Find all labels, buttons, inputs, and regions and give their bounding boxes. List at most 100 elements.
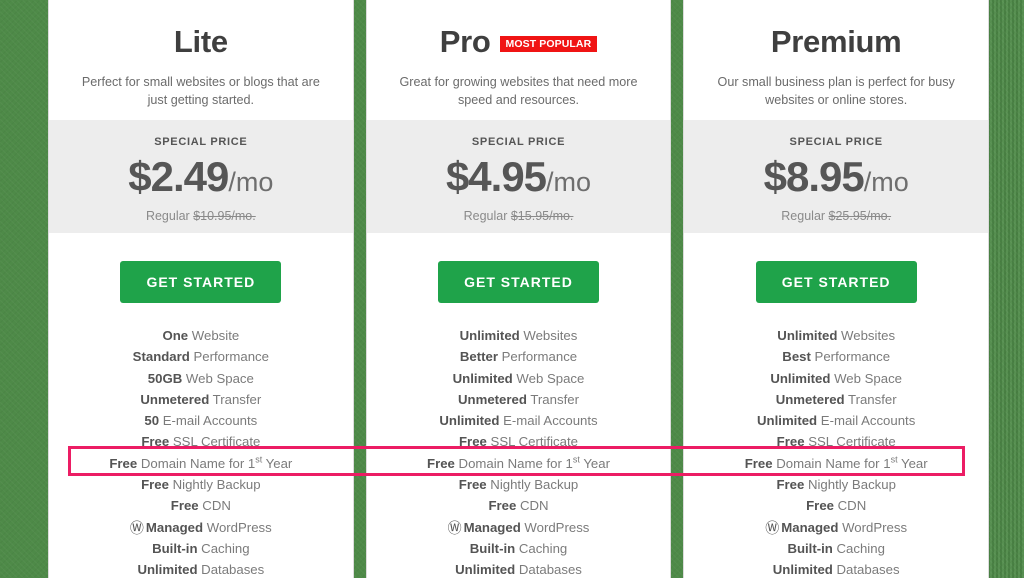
- feature-highlight: Unmetered: [775, 391, 845, 407]
- feature-highlight: Unlimited: [757, 413, 818, 429]
- price-main: $4.95/mo: [377, 156, 661, 198]
- cta-zone: GET STARTED: [684, 233, 989, 325]
- plan-description: Our small business plan is perfect for b…: [717, 75, 955, 108]
- plan-title-row: Premium: [702, 18, 970, 64]
- special-price-label: SPECIAL PRICE: [471, 136, 566, 148]
- feature-item: Unlimited E-mail Accounts: [377, 410, 661, 431]
- feature-highlight: 50GB: [147, 370, 183, 386]
- ordinal-suffix: st: [572, 454, 580, 465]
- feature-item: Unmetered Transfer: [694, 389, 978, 410]
- feature-text: Caching: [832, 540, 885, 556]
- regular-price-value: $15.95/mo.: [510, 209, 574, 223]
- feature-item: Unlimited Databases: [694, 559, 978, 578]
- most-popular-badge: MOST POPULAR: [499, 35, 598, 53]
- feature-item: Unlimited E-mail Accounts: [694, 410, 978, 431]
- feature-text: Databases: [197, 562, 265, 578]
- plan-header-lite: Lite Perfect for small websites or blogs …: [49, 0, 353, 120]
- feature-text: Performance: [189, 349, 269, 365]
- feature-highlight: Standard: [132, 349, 190, 365]
- feature-text: Databases: [515, 562, 582, 578]
- feature-list-lite: One Website Standard Performance 50GB Web …: [49, 325, 353, 578]
- feature-item: Free CDN: [59, 495, 343, 516]
- feature-item: 50GB Web Space: [59, 368, 343, 389]
- feature-text: E-mail Accounts: [159, 413, 258, 429]
- feature-highlight: One: [162, 328, 189, 343]
- feature-text: Web Space: [830, 370, 903, 386]
- get-started-button-lite[interactable]: GET STARTED: [120, 261, 282, 303]
- feature-item: Free SSL Certificate: [377, 431, 661, 452]
- feature-item: Free CDN: [694, 495, 978, 516]
- feature-item: Best Performance: [694, 346, 978, 367]
- price-period: /mo: [863, 167, 909, 197]
- feature-highlight: Free: [427, 455, 455, 471]
- feature-item: Unmetered Transfer: [377, 389, 661, 410]
- feature-item: One Website: [59, 325, 343, 346]
- feature-text: Performance: [497, 349, 578, 365]
- feature-item: Unlimited Web Space: [377, 368, 661, 389]
- feature-text: Domain Name for 1: [137, 455, 256, 471]
- feature-highlight: Free: [141, 434, 170, 450]
- feature-text: E-mail Accounts: [499, 413, 598, 429]
- feature-text: Web Space: [512, 370, 585, 386]
- feature-text: CDN: [516, 498, 549, 514]
- feature-highlight: Free: [776, 434, 805, 450]
- feature-text: Websites: [519, 328, 578, 343]
- feature-item: Better Performance: [377, 346, 661, 367]
- price-amount: $2.49: [128, 153, 229, 200]
- wordpress-icon: Ⓦ: [447, 519, 462, 536]
- price-amount: $8.95: [763, 153, 865, 200]
- plan-title-row: Lite: [67, 18, 335, 64]
- cta-zone: GET STARTED: [366, 233, 671, 325]
- price-main: $2.49/mo: [59, 156, 343, 198]
- feature-item: Free SSL Certificate: [694, 431, 978, 452]
- feature-item: Ⓦ Managed WordPress: [59, 517, 343, 538]
- regular-price-line: Regular $25.95/mo.: [694, 209, 978, 223]
- cta-zone: GET STARTED: [49, 233, 353, 325]
- feature-highlight: Built-in: [787, 540, 833, 556]
- feature-highlight: Unmetered: [140, 391, 210, 407]
- feature-text: WordPress: [520, 519, 590, 535]
- feature-item: 50 E-mail Accounts: [59, 410, 343, 431]
- feature-text: Transfer: [526, 391, 579, 407]
- feature-highlight: Free: [109, 455, 138, 471]
- pricing-table: Lite Perfect for small websites or blogs …: [48, 0, 990, 578]
- feature-text: CDN: [833, 498, 867, 514]
- get-started-button-pro[interactable]: GET STARTED: [438, 261, 599, 303]
- special-price-label: SPECIAL PRICE: [154, 136, 248, 148]
- special-price-label: SPECIAL PRICE: [789, 136, 883, 148]
- feature-highlight: Managed: [145, 519, 204, 535]
- feature-text: SSL Certificate: [486, 434, 578, 450]
- price-period: /mo: [546, 167, 592, 197]
- get-started-button-premium[interactable]: GET STARTED: [755, 261, 917, 303]
- feature-text: Nightly Backup: [486, 477, 579, 493]
- feature-text: Nightly Backup: [168, 477, 261, 493]
- plan-title-row: Pro MOST POPULAR: [385, 18, 653, 64]
- regular-price-prefix: Regular: [463, 209, 511, 223]
- feature-item: Built-in Caching: [59, 538, 343, 559]
- feature-text: Website: [188, 328, 240, 343]
- plan-card-pro: Pro MOST POPULAR Great for growing website…: [365, 0, 672, 578]
- wordpress-icon: Ⓦ: [129, 519, 144, 536]
- feature-highlight: Unlimited: [770, 370, 831, 386]
- feature-highlight: Managed: [781, 519, 839, 535]
- feature-highlight: Unlimited: [455, 562, 516, 578]
- feature-list-pro: Unlimited Websites Better Performance Unli…: [366, 325, 671, 578]
- price-band-premium: SPECIAL PRICE $8.95/mo Regular $25.95/mo.: [684, 120, 989, 233]
- feature-text: Performance: [810, 349, 891, 365]
- feature-item: Unmetered Transfer: [59, 389, 343, 410]
- plan-header-pro: Pro MOST POPULAR Great for growing website…: [366, 0, 671, 120]
- feature-item: Unlimited Databases: [377, 559, 661, 578]
- price-period: /mo: [228, 167, 274, 197]
- regular-price-prefix: Regular: [781, 209, 829, 223]
- background-stripe-texture: [988, 0, 1024, 578]
- feature-item: Free Domain Name for 1st Year: [59, 453, 343, 474]
- feature-item: Free Domain Name for 1st Year: [377, 453, 661, 474]
- price-amount: $4.95: [445, 153, 547, 200]
- feature-item: Unlimited Web Space: [694, 368, 978, 389]
- feature-text: SSL Certificate: [804, 434, 896, 450]
- feature-item: Ⓦ Managed WordPress: [377, 517, 661, 538]
- feature-item: Unlimited Websites: [694, 325, 978, 346]
- feature-list-premium: Unlimited Websites Best Performance Unlimi…: [684, 325, 989, 578]
- feature-text: Transfer: [844, 391, 897, 407]
- plan-description: Perfect for small websites or blogs that…: [81, 75, 320, 108]
